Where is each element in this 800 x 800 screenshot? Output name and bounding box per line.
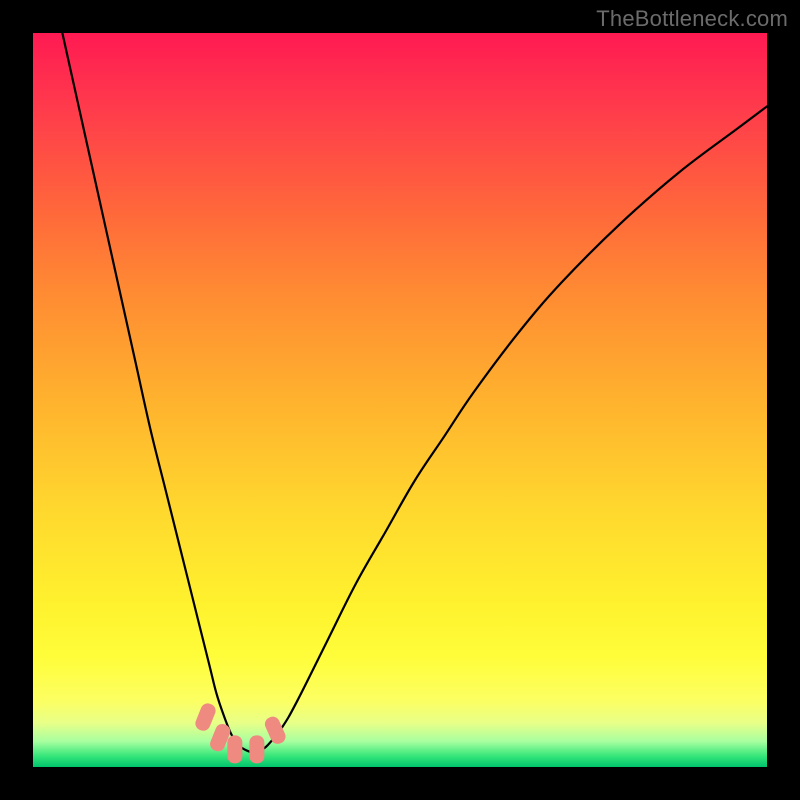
watermark-text: TheBottleneck.com	[596, 6, 788, 32]
marker-bottom-right	[249, 735, 264, 763]
marker-bottom-left	[227, 735, 242, 763]
chart-svg	[33, 33, 767, 767]
chart-root: TheBottleneck.com	[0, 0, 800, 800]
markers-group	[193, 701, 287, 763]
bottleneck-curve	[62, 33, 767, 752]
marker-right	[263, 714, 288, 746]
marker-left-upper	[193, 701, 217, 733]
plot-area	[33, 33, 767, 767]
